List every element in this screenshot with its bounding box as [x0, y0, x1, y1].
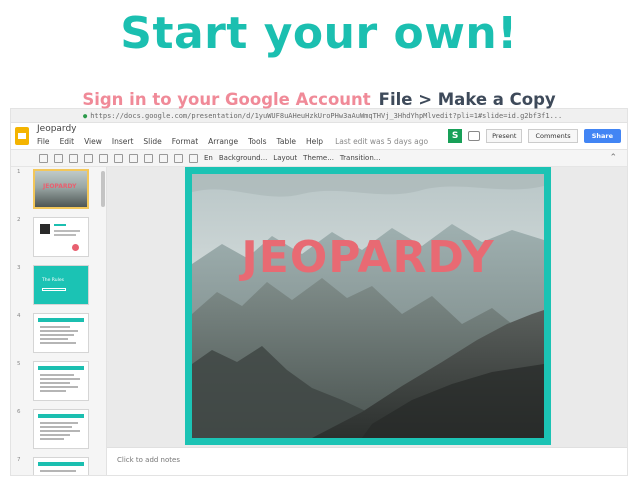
slide-thumbnail-3[interactable]: The Rules [33, 265, 89, 305]
chat-icon[interactable] [468, 131, 481, 141]
transition-button[interactable]: Transition... [340, 154, 381, 162]
theme-button[interactable]: Theme... [303, 154, 334, 162]
slide-thumbnail-1[interactable]: JEOPARDY [33, 169, 89, 209]
background-button[interactable]: Background... [219, 154, 267, 162]
thumb-text-line [40, 342, 76, 344]
thumb-header-bar [38, 366, 84, 370]
addon-badge-icon[interactable]: S [448, 129, 463, 143]
slide-number: 5 [17, 361, 21, 367]
slide-thumbnail-2[interactable] [33, 217, 89, 257]
slide-canvas: JEOPARDY Click to add notes [107, 167, 627, 475]
present-button[interactable]: Present [486, 129, 523, 143]
thumb-text-line [40, 374, 74, 376]
paint-format-icon[interactable] [84, 153, 93, 163]
thumb-text-line [40, 426, 72, 428]
subline: Sign in to your Google Account File > Mak… [0, 90, 638, 109]
slide-number: 6 [17, 409, 21, 415]
menu-view[interactable]: View [84, 137, 102, 146]
thumb2-dot [72, 244, 79, 251]
layout-button[interactable]: Layout [273, 154, 297, 162]
thumb1-title: JEOPARDY [43, 183, 77, 190]
thumb-text-line [40, 434, 70, 436]
thumb-text-line [40, 378, 80, 380]
thumb-text-line [40, 382, 70, 384]
mountain-background-image [192, 174, 544, 438]
comment-icon[interactable] [189, 153, 198, 163]
thumb-text-line [40, 438, 64, 440]
undo-icon[interactable] [39, 153, 48, 163]
last-edit-link[interactable]: Last edit was 5 days ago [335, 137, 428, 146]
make-copy-instruction: File > Make a Copy [378, 90, 556, 109]
shape-icon[interactable] [159, 153, 168, 163]
slide-number: 3 [17, 265, 21, 271]
sign-in-instruction: Sign in to your Google Account [82, 90, 371, 109]
slide-title[interactable]: JEOPARDY [192, 232, 544, 283]
comments-button[interactable]: Comments [528, 129, 578, 143]
thumb-text-line [40, 430, 80, 432]
image-icon[interactable] [144, 153, 153, 163]
thumb2-line [54, 234, 76, 236]
headline: Start your own! [120, 8, 518, 59]
slide-thumbnail-4[interactable] [33, 313, 89, 353]
filmstrip-scrollbar[interactable] [101, 171, 105, 207]
zoom-icon[interactable] [99, 153, 108, 163]
thumb-text-line [40, 326, 70, 328]
textbox-icon[interactable] [129, 153, 138, 163]
header-controls: S Present Comments Share [448, 129, 621, 143]
thumb-text-line [40, 470, 76, 472]
thumb-text-line [40, 386, 78, 388]
lock-icon: ● [83, 112, 88, 120]
slide-number: 1 [17, 169, 21, 175]
slide-number: 4 [17, 313, 21, 319]
menu-insert[interactable]: Insert [112, 137, 134, 146]
line-icon[interactable] [174, 153, 183, 163]
document-title[interactable]: Jeopardy [37, 124, 77, 134]
redo-icon[interactable] [54, 153, 63, 163]
menu-help[interactable]: Help [306, 137, 323, 146]
slide-filmstrip: 1 JEOPARDY 2 3 The Rules 4 5 6 7 [11, 167, 107, 475]
print-icon[interactable] [69, 153, 78, 163]
thumb-header-bar [38, 462, 84, 466]
thumb-text-line [40, 334, 74, 336]
slides-logo-icon[interactable] [15, 127, 29, 145]
share-button[interactable]: Share [583, 129, 621, 143]
collapse-icon[interactable]: ⌃ [609, 153, 617, 163]
thumb3-text: The Rules [42, 278, 64, 283]
menu-file[interactable]: File [37, 137, 50, 146]
speaker-notes[interactable]: Click to add notes [107, 447, 627, 475]
slide-number: 2 [17, 217, 21, 223]
thumb-text-line [40, 330, 78, 332]
thumb-text-line [40, 338, 68, 340]
editing-toolbar: En Background... Layout Theme... Transit… [11, 149, 627, 167]
menu-arrange[interactable]: Arrange [208, 137, 238, 146]
menu-slide[interactable]: Slide [143, 137, 161, 146]
thumb2-image [40, 224, 50, 234]
select-icon[interactable] [114, 153, 123, 163]
slide-thumbnail-6[interactable] [33, 409, 89, 449]
language-select[interactable]: En [204, 154, 213, 162]
thumb2-line [54, 230, 80, 232]
menu-edit[interactable]: Edit [60, 137, 75, 146]
thumb-header-bar [38, 414, 84, 418]
slide-thumbnail-7[interactable] [33, 457, 89, 475]
menu-format[interactable]: Format [172, 137, 198, 146]
thumb-header-bar [38, 318, 84, 322]
thumb-text-line [40, 390, 66, 392]
document-header: Jeopardy File Edit View Insert Slide For… [11, 123, 627, 149]
menu-bar: File Edit View Insert Slide Format Arran… [37, 137, 428, 146]
menu-tools[interactable]: Tools [248, 137, 266, 146]
slides-editor-screenshot: ● https://docs.google.com/presentation/d/… [10, 108, 628, 476]
current-slide[interactable]: JEOPARDY [185, 167, 551, 445]
browser-url-bar[interactable]: ● https://docs.google.com/presentation/d/… [11, 109, 627, 123]
thumb2-line [54, 224, 66, 226]
menu-table[interactable]: Table [277, 137, 296, 146]
thumb-text-line [40, 422, 78, 424]
slide-number: 7 [17, 457, 21, 463]
slide-thumbnail-5[interactable] [33, 361, 89, 401]
thumb3-bar [42, 288, 66, 291]
url-text: https://docs.google.com/presentation/d/1… [90, 112, 563, 120]
